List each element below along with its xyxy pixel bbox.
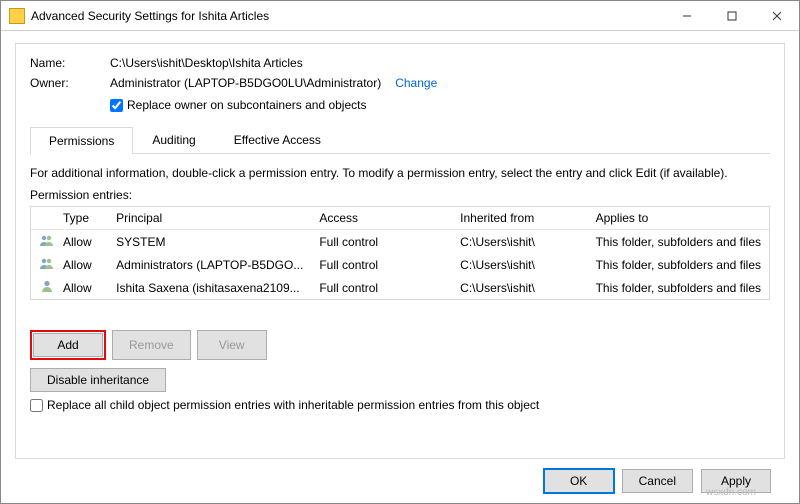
permission-table[interactable]: Type Principal Access Inherited from App… (31, 207, 769, 299)
disable-inheritance-button[interactable]: Disable inheritance (30, 368, 166, 392)
name-value: C:\Users\ishit\Desktop\Ishita Articles (110, 56, 303, 70)
col-principal[interactable]: Principal (108, 207, 311, 230)
add-button[interactable]: Add (33, 333, 103, 357)
replace-owner-checkbox[interactable] (110, 99, 123, 112)
replace-children-checkbox[interactable] (30, 399, 43, 412)
folder-icon (9, 8, 25, 24)
col-access[interactable]: Access (311, 207, 452, 230)
tab-permissions[interactable]: Permissions (30, 127, 133, 154)
col-applies[interactable]: Applies to (588, 207, 769, 230)
close-button[interactable] (754, 1, 799, 31)
cell-type: Allow (55, 230, 108, 254)
add-button-highlight: Add (30, 330, 106, 360)
cell-type: Allow (55, 253, 108, 276)
disable-inheritance-row: Disable inheritance (30, 368, 770, 392)
cell-applies: This folder, subfolders and files (588, 230, 769, 254)
owner-value: Administrator (LAPTOP-B5DGO0LU\Administr… (110, 76, 381, 90)
tab-bar: Permissions Auditing Effective Access (30, 126, 770, 154)
principal-icon (31, 276, 55, 299)
button-row: Add Remove View (30, 330, 770, 360)
dialog-footer: OK Cancel Apply (15, 459, 785, 503)
principal-icon (31, 230, 55, 254)
cell-applies: This folder, subfolders and files (588, 253, 769, 276)
tab-effective-access[interactable]: Effective Access (215, 126, 340, 153)
cell-principal: Ishita Saxena (ishitasaxena2109... (108, 276, 311, 299)
inner-panel: Name: C:\Users\ishit\Desktop\Ishita Arti… (15, 43, 785, 459)
remove-button[interactable]: Remove (112, 330, 191, 360)
cell-type: Allow (55, 276, 108, 299)
replace-owner-label: Replace owner on subcontainers and objec… (127, 98, 366, 112)
cell-inherited: C:\Users\ishit\ (452, 253, 587, 276)
name-row: Name: C:\Users\ishit\Desktop\Ishita Arti… (30, 56, 770, 70)
table-row[interactable]: AllowIshita Saxena (ishitasaxena2109...F… (31, 276, 769, 299)
ok-button[interactable]: OK (544, 469, 614, 493)
permission-entries-label: Permission entries: (30, 188, 770, 202)
view-button[interactable]: View (197, 330, 267, 360)
advanced-security-window: Advanced Security Settings for Ishita Ar… (0, 0, 800, 504)
table-header-row: Type Principal Access Inherited from App… (31, 207, 769, 230)
owner-label: Owner: (30, 76, 110, 90)
info-text: For additional information, double-click… (30, 166, 770, 180)
cell-principal: SYSTEM (108, 230, 311, 254)
cancel-button[interactable]: Cancel (622, 469, 693, 493)
table-row[interactable]: AllowSYSTEMFull controlC:\Users\ishit\Th… (31, 230, 769, 254)
col-icon[interactable] (31, 207, 55, 230)
titlebar: Advanced Security Settings for Ishita Ar… (1, 1, 799, 31)
col-type[interactable]: Type (55, 207, 108, 230)
cell-inherited: C:\Users\ishit\ (452, 276, 587, 299)
owner-row: Owner: Administrator (LAPTOP-B5DGO0LU\Ad… (30, 76, 770, 90)
replace-children-label: Replace all child object permission entr… (47, 398, 539, 412)
maximize-button[interactable] (709, 1, 754, 31)
content-area: Name: C:\Users\ishit\Desktop\Ishita Arti… (1, 31, 799, 503)
col-inherited[interactable]: Inherited from (452, 207, 587, 230)
change-owner-link[interactable]: Change (395, 76, 437, 90)
cell-principal: Administrators (LAPTOP-B5DGO... (108, 253, 311, 276)
minimize-button[interactable] (664, 1, 709, 31)
replace-owner-row: Replace owner on subcontainers and objec… (110, 98, 770, 112)
table-row[interactable]: AllowAdministrators (LAPTOP-B5DGO...Full… (31, 253, 769, 276)
name-label: Name: (30, 56, 110, 70)
watermark: wsxdn.com (706, 487, 756, 498)
cell-access: Full control (311, 276, 452, 299)
tab-auditing[interactable]: Auditing (133, 126, 214, 153)
cell-access: Full control (311, 253, 452, 276)
cell-access: Full control (311, 230, 452, 254)
permission-table-wrap: Type Principal Access Inherited from App… (30, 206, 770, 300)
window-title: Advanced Security Settings for Ishita Ar… (31, 9, 664, 23)
replace-children-row: Replace all child object permission entr… (30, 398, 770, 412)
cell-inherited: C:\Users\ishit\ (452, 230, 587, 254)
cell-applies: This folder, subfolders and files (588, 276, 769, 299)
principal-icon (31, 253, 55, 276)
